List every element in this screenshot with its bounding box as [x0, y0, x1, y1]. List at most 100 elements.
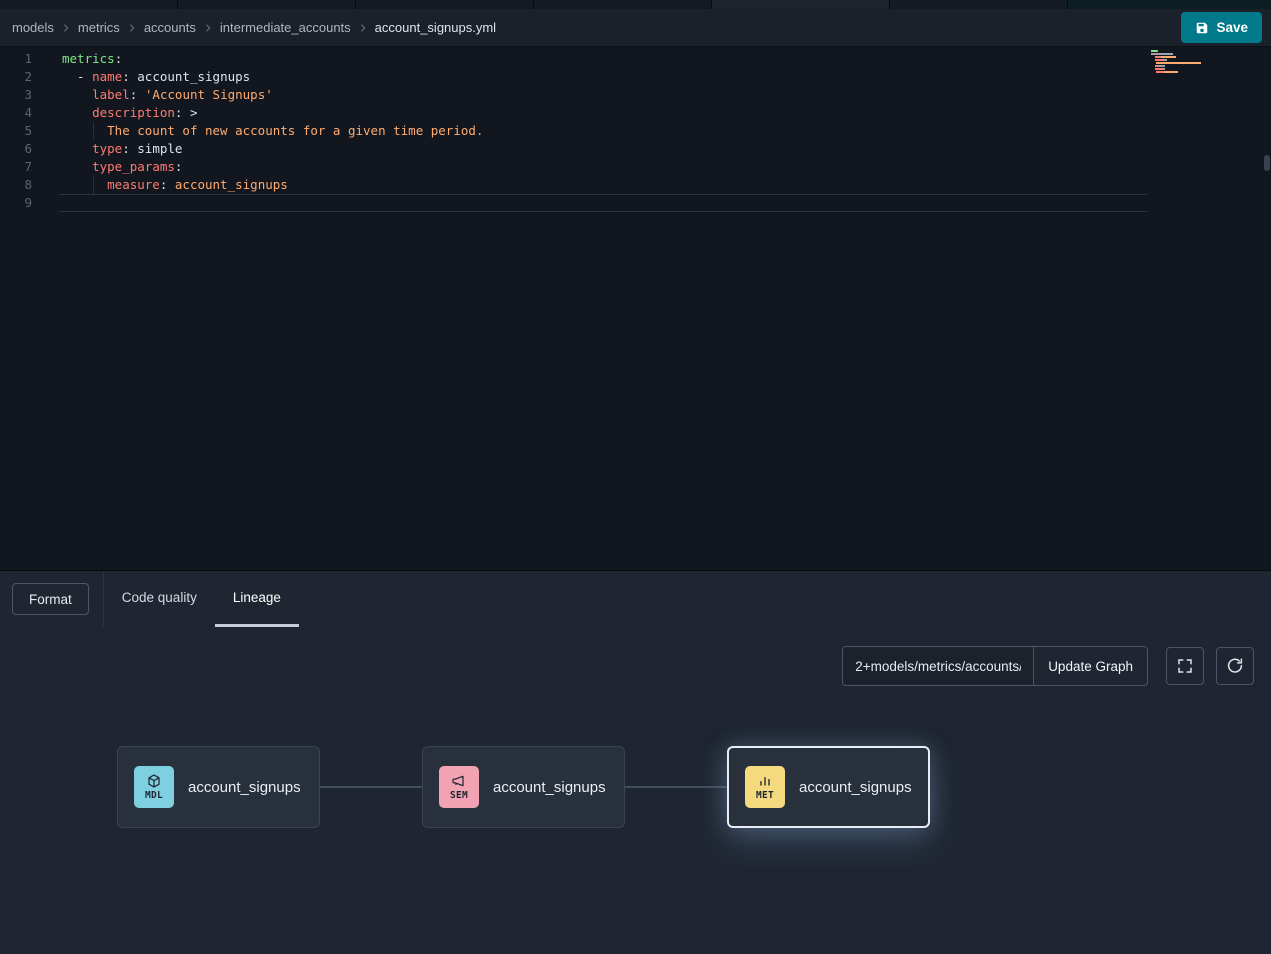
- indent-guide: [93, 122, 94, 140]
- editor-file-tab[interactable]: [178, 0, 355, 9]
- file-tab-strip: [0, 0, 1271, 9]
- code-token: :: [130, 87, 145, 102]
- editor-file-tab[interactable]: [0, 0, 177, 9]
- format-button[interactable]: Format: [12, 583, 89, 615]
- file-tab-strip-spacer: [1068, 0, 1271, 9]
- code-token: account_signups: [175, 177, 288, 192]
- code-token: :: [115, 51, 123, 66]
- code-token: [62, 141, 92, 156]
- code-line[interactable]: type: simple: [62, 140, 1271, 158]
- code-token: label: [92, 87, 130, 102]
- node-type-badge: MET: [756, 790, 774, 801]
- save-button[interactable]: Save: [1181, 12, 1262, 43]
- lineage-node-semantic-model[interactable]: SEM account_signups: [422, 746, 625, 828]
- minimap-row: [1151, 59, 1213, 61]
- code-line[interactable]: metrics:: [62, 50, 1271, 68]
- indent-guide: [93, 176, 94, 194]
- code-token: [62, 123, 107, 138]
- code-line[interactable]: [59, 194, 1147, 212]
- code-line[interactable]: measure: account_signups: [62, 176, 1271, 194]
- node-label: account_signups: [188, 779, 301, 796]
- scrollbar-thumb[interactable]: [1264, 155, 1270, 171]
- refresh-button[interactable]: [1216, 647, 1254, 685]
- code-line[interactable]: label: 'Account Signups': [62, 86, 1271, 104]
- fullscreen-button[interactable]: [1166, 647, 1204, 685]
- lineage-selector-input[interactable]: [842, 646, 1034, 686]
- code-token: >: [190, 105, 198, 120]
- code-line[interactable]: - name: account_signups: [62, 68, 1271, 86]
- lineage-edge: [320, 786, 422, 788]
- code-token: name: [92, 69, 122, 84]
- breadcrumb-item-current: account_signups.yml: [375, 20, 496, 35]
- code-token: type: [92, 141, 122, 156]
- minimap-row: [1151, 68, 1213, 70]
- minimap-row: [1151, 65, 1213, 67]
- lineage-edge: [625, 786, 727, 788]
- model-tile: MDL: [134, 766, 174, 808]
- code-token: [62, 105, 92, 120]
- line-number: 9: [0, 194, 32, 212]
- refresh-icon: [1226, 657, 1244, 675]
- line-number: 6: [0, 140, 32, 158]
- save-button-label: Save: [1216, 20, 1248, 35]
- minimap[interactable]: [1151, 50, 1213, 76]
- breadcrumb-item: intermediate_accounts: [220, 20, 351, 35]
- line-number: 8: [0, 176, 32, 194]
- megaphone-icon: [451, 773, 467, 789]
- line-number-gutter: 123456789: [0, 50, 40, 570]
- code-token: simple: [137, 141, 182, 156]
- minimap-row: [1151, 53, 1213, 55]
- line-number: 4: [0, 104, 32, 122]
- code-token: type_params: [92, 159, 175, 174]
- code-content[interactable]: metrics: - name: account_signups label: …: [40, 50, 1271, 570]
- code-token: [62, 177, 107, 192]
- line-number: 3: [0, 86, 32, 104]
- cube-icon: [146, 773, 162, 789]
- lineage-node-metric[interactable]: MET account_signups: [727, 746, 930, 828]
- code-line[interactable]: type_params:: [62, 158, 1271, 176]
- node-type-badge: MDL: [145, 790, 163, 801]
- code-line[interactable]: description: >: [62, 104, 1271, 122]
- code-token: metrics: [62, 51, 115, 66]
- code-line[interactable]: The count of new accounts for a given ti…: [62, 122, 1271, 140]
- code-token: -: [62, 69, 92, 84]
- code-token: :: [122, 69, 137, 84]
- editor-file-tab[interactable]: [890, 0, 1067, 9]
- minimap-row: [1151, 74, 1213, 76]
- update-graph-button[interactable]: Update Graph: [1033, 646, 1148, 686]
- code-editor[interactable]: 123456789 metrics: - name: account_signu…: [0, 47, 1271, 570]
- line-number: 7: [0, 158, 32, 176]
- fullscreen-icon: [1176, 657, 1194, 675]
- minimap-row: [1151, 62, 1213, 64]
- save-icon: [1195, 21, 1209, 35]
- code-token: account_signups: [137, 69, 250, 84]
- tab-lineage[interactable]: Lineage: [215, 571, 299, 627]
- line-number: 2: [0, 68, 32, 86]
- code-token: The count of new accounts for a given ti…: [107, 123, 483, 138]
- semantic-tile: SEM: [439, 766, 479, 808]
- editor-file-tab[interactable]: [534, 0, 711, 9]
- chevron-right-icon: [203, 23, 213, 33]
- editor-scrollbar[interactable]: [1263, 47, 1271, 570]
- breadcrumb-bar: models metrics accounts intermediate_acc…: [0, 9, 1271, 47]
- bar-chart-icon: [757, 773, 773, 789]
- panel-toolbar: Format Code quality Lineage: [0, 571, 1271, 627]
- minimap-row: [1151, 71, 1213, 73]
- code-token: measure: [107, 177, 160, 192]
- node-type-badge: SEM: [450, 790, 468, 801]
- lineage-controls: Update Graph: [842, 646, 1254, 686]
- lineage-node-model[interactable]: MDL account_signups: [117, 746, 320, 828]
- editor-file-tab[interactable]: [356, 0, 533, 9]
- editor-file-tab-active[interactable]: [712, 0, 889, 9]
- node-label: account_signups: [799, 779, 912, 796]
- chevron-right-icon: [127, 23, 137, 33]
- code-token: :: [175, 105, 190, 120]
- code-token: :: [175, 159, 183, 174]
- bottom-panel: Format Code quality Lineage Update Graph…: [0, 570, 1271, 954]
- tab-label: Lineage: [233, 590, 281, 605]
- breadcrumb-item: accounts: [144, 20, 196, 35]
- code-token: [62, 87, 92, 102]
- tab-code-quality[interactable]: Code quality: [104, 571, 215, 627]
- metric-tile: MET: [745, 766, 785, 808]
- code-token: 'Account Signups': [145, 87, 273, 102]
